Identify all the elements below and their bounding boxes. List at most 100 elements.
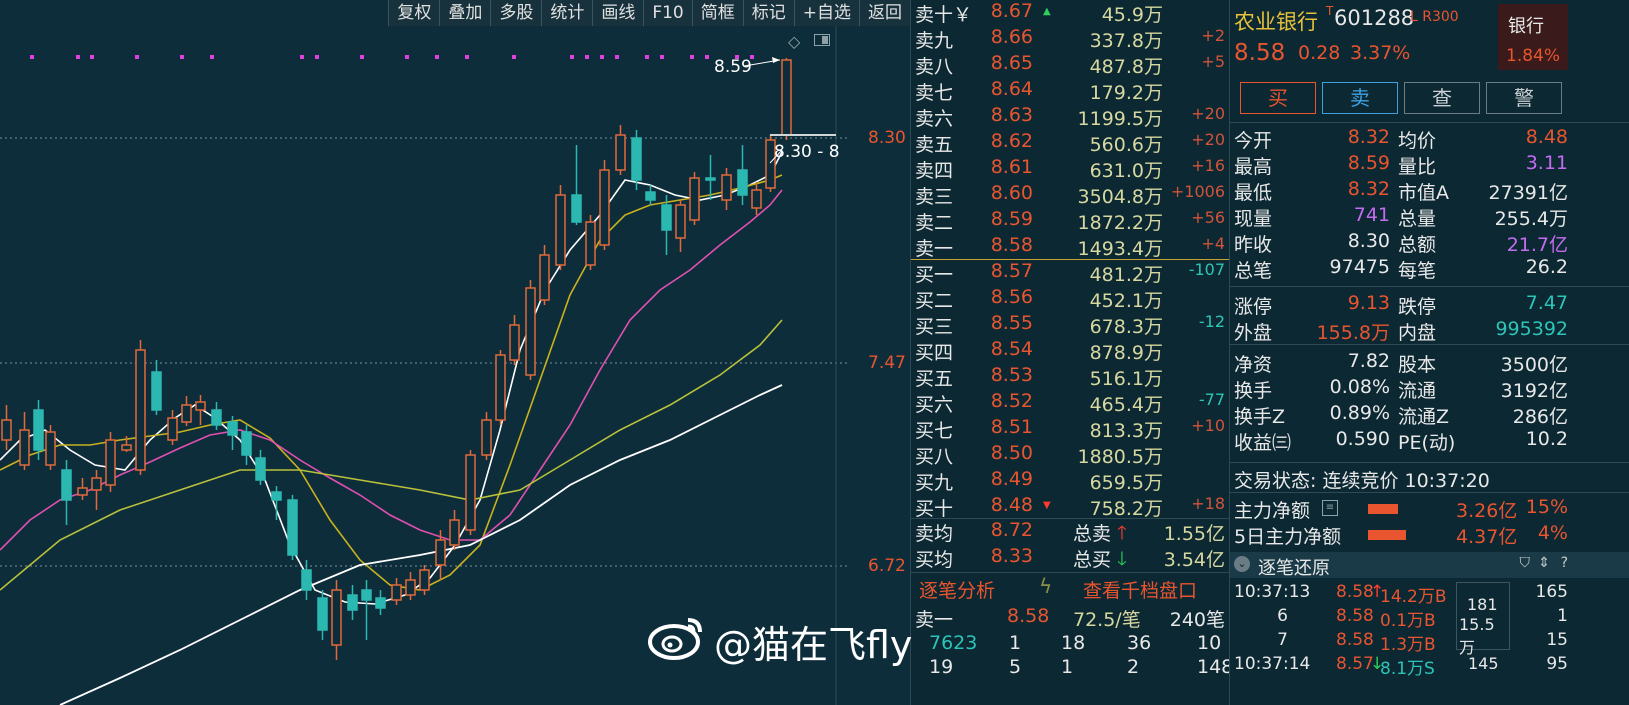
ask-row[interactable]: 卖八 8.65 487.8万 +5 <box>911 52 1229 78</box>
candle-body <box>781 59 792 136</box>
toolbar-button-mark[interactable]: 标记 <box>742 0 794 26</box>
event-marker[interactable] <box>645 55 649 59</box>
ask-row[interactable]: 卖五 8.62 560.6万 +20 <box>911 130 1229 156</box>
ask-label: 卖四 <box>915 160 954 182</box>
collapse-icon[interactable]: ⌄ <box>1234 556 1250 572</box>
event-marker[interactable] <box>705 55 709 59</box>
bid-row[interactable]: 买二 8.56 452.1万 <box>911 286 1229 312</box>
stat-value: 3500亿 <box>1500 354 1568 376</box>
quote-stat-row: 最高 8.59 量比 3.11 <box>1230 152 1629 178</box>
panel-toggle-icon[interactable] <box>814 34 830 46</box>
event-marker[interactable] <box>570 55 574 59</box>
diamond-icon[interactable]: ◇ <box>788 32 800 51</box>
toolbar-button-simple-frame[interactable]: 简框 <box>691 0 743 26</box>
ask-change: +4 <box>1201 234 1225 253</box>
ask-change: +20 <box>1191 104 1225 123</box>
filter-icon[interactable]: ⛉ <box>1520 555 1531 571</box>
event-marker[interactable] <box>30 55 34 59</box>
stat-value: 9.13 <box>1347 292 1390 314</box>
event-marker[interactable] <box>90 55 94 59</box>
candle-body <box>509 324 520 361</box>
toolbar-button-back[interactable]: 返回 <box>859 0 910 26</box>
chart-toolbar: 复权 叠加 多股 统计 画线 F10 简框 标记 +自选 返回 <box>388 0 910 26</box>
ask-row[interactable]: 卖七 8.64 179.2万 <box>911 78 1229 104</box>
stat-value: 7.82 <box>1347 350 1390 372</box>
candle-body <box>167 417 178 441</box>
ask-row[interactable]: 卖九 8.66 337.8万 +2 <box>911 26 1229 52</box>
event-marker[interactable] <box>360 55 364 59</box>
bid-row[interactable]: 买九 8.49 659.5万 <box>911 468 1229 494</box>
help-icon[interactable]: ? <box>1561 555 1568 571</box>
sector-box[interactable]: 银行 1.84% <box>1498 4 1568 70</box>
stat-value: 8.32 <box>1347 126 1390 148</box>
event-marker[interactable] <box>315 55 319 59</box>
toolbar-button-draw[interactable]: 画线 <box>592 0 643 26</box>
sell-button[interactable]: 卖 <box>1322 82 1398 114</box>
bid-volume: 758.2万 <box>1089 498 1163 520</box>
bid-row[interactable]: 买三 8.55 678.3万 -12 <box>911 312 1229 338</box>
event-marker[interactable] <box>435 55 439 59</box>
event-marker[interactable] <box>405 55 409 59</box>
bid-row[interactable]: 买八 8.50 1880.5万 <box>911 442 1229 468</box>
bid-row[interactable]: 买七 8.51 813.3万 +10 <box>911 416 1229 442</box>
list-icon[interactable]: ≡ <box>1322 500 1338 516</box>
event-marker[interactable] <box>135 55 139 59</box>
bid-row[interactable]: 买六 8.52 465.4万 -77 <box>911 390 1229 416</box>
kline-svg[interactable] <box>0 0 910 705</box>
event-marker[interactable] <box>615 55 619 59</box>
ask-row[interactable]: 卖四 8.61 631.0万 +16 <box>911 156 1229 182</box>
lightning-icon[interactable]: ϟ <box>1039 574 1052 598</box>
toolbar-button-f10[interactable]: F10 <box>643 0 691 26</box>
ask-row[interactable]: 卖三 8.60 3504.8万 +1006 <box>911 182 1229 208</box>
stat-value: 8.48 <box>1525 126 1568 148</box>
query-button[interactable]: 查 <box>1404 82 1480 114</box>
bid-row[interactable]: 买五 8.53 516.1万 <box>911 364 1229 390</box>
tab-view-depth[interactable]: 查看千档盘口 <box>1083 576 1197 603</box>
tab-trade-analysis[interactable]: 逐笔分析 <box>919 576 995 603</box>
candle-body <box>721 174 732 201</box>
queue-cell: 18 <box>1061 632 1086 654</box>
event-marker[interactable] <box>300 55 304 59</box>
event-marker[interactable] <box>210 55 214 59</box>
alert-button[interactable]: 警 <box>1486 82 1562 114</box>
kline-chart[interactable]: 复权 叠加 多股 统计 画线 F10 简框 标记 +自选 返回 ◇ 8.30 7… <box>0 0 910 705</box>
candle-body <box>751 189 762 209</box>
toolbar-button-multi-stock[interactable]: 多股 <box>490 0 541 26</box>
event-marker[interactable] <box>600 55 604 59</box>
event-marker[interactable] <box>512 55 516 59</box>
high-price-marker: 8.59 <box>714 57 752 77</box>
event-marker[interactable] <box>690 55 694 59</box>
toolbar-button-add-watchlist[interactable]: +自选 <box>793 0 859 26</box>
event-marker[interactable] <box>465 55 469 59</box>
bid-volume: 465.4万 <box>1089 394 1163 416</box>
bid-volume: 878.9万 <box>1089 342 1163 364</box>
toolbar-button-overlay[interactable]: 叠加 <box>439 0 490 26</box>
ask-row[interactable]: 卖二 8.59 1872.2万 +56 <box>911 208 1229 234</box>
ask-row[interactable]: 卖十￥ 8.67 45.9万 ▲ <box>911 0 1229 26</box>
bid-row[interactable]: 买四 8.54 878.9万 <box>911 338 1229 364</box>
bid-label: 买六 <box>915 394 954 416</box>
main-net-flow-pct: 15% <box>1525 496 1568 518</box>
stat-label: 外盘 <box>1234 322 1273 344</box>
candle-body <box>375 597 386 609</box>
event-marker[interactable] <box>76 55 80 59</box>
five-day-net-flow-bar <box>1368 530 1406 540</box>
candle-body <box>675 204 686 239</box>
sort-icon[interactable]: ⇕ <box>1538 555 1550 571</box>
trade-volume: 8.1万S <box>1380 659 1435 679</box>
event-marker[interactable] <box>585 55 589 59</box>
bid-row[interactable]: 买一 8.57 481.2万 -107 <box>911 260 1229 286</box>
stat-label: 今开 <box>1234 130 1273 152</box>
event-marker[interactable] <box>660 55 664 59</box>
stat-value: 255.4万 <box>1494 208 1568 230</box>
ask-row[interactable]: 卖一 8.58 1493.4万 +4 <box>911 234 1229 260</box>
event-marker[interactable] <box>180 55 184 59</box>
buy-button[interactable]: 买 <box>1240 82 1316 114</box>
toolbar-button-fuquan[interactable]: 复权 <box>388 0 439 26</box>
bid-label: 买三 <box>915 316 954 338</box>
total-ask-label: 总卖 <box>1073 523 1112 545</box>
queue-cell: 5 <box>1009 656 1022 678</box>
toolbar-button-stats[interactable]: 统计 <box>541 0 592 26</box>
ask-row[interactable]: 卖六 8.63 1199.5万 +20 <box>911 104 1229 130</box>
bid-row[interactable]: 买十 8.48 758.2万 +18 ▼ <box>911 494 1229 520</box>
